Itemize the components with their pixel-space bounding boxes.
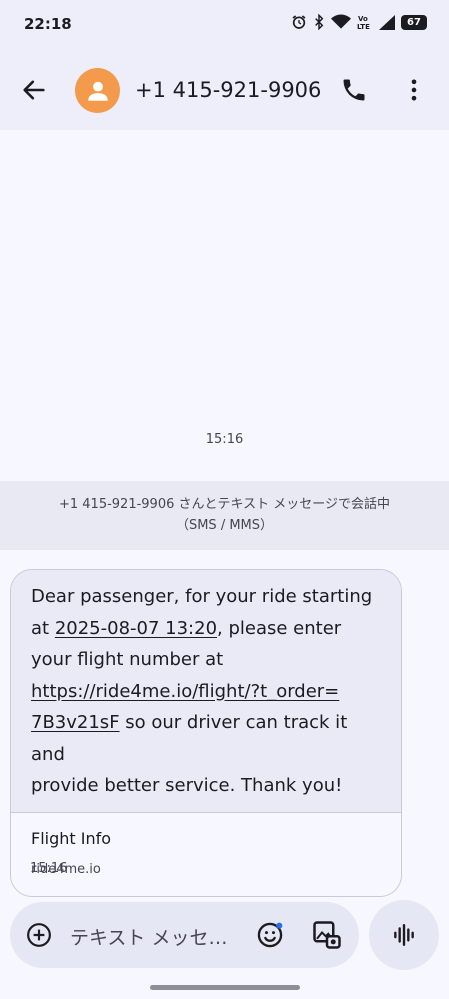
banner-line-2: （SMS / MMS）: [175, 518, 274, 533]
message-line: at 2025-08-07 13:20, please enter: [31, 613, 383, 645]
status-icons: Vo LTE 67: [291, 14, 427, 30]
battery-icon: 67: [401, 14, 427, 30]
link-preview-title: Flight Info: [31, 828, 112, 848]
voice-record-button[interactable]: [369, 900, 439, 970]
avatar[interactable]: [75, 68, 120, 113]
status-time: 22:18: [24, 15, 72, 33]
date-link[interactable]: 2025-08-07 13:20: [55, 618, 217, 639]
message-line: your flight number at: [31, 649, 224, 670]
status-bar: 22:18 Vo LTE 67: [0, 0, 449, 50]
message-text-fragment: , please enter: [217, 617, 342, 639]
signal-icon: [379, 14, 395, 30]
back-arrow-icon[interactable]: [20, 76, 48, 104]
message-time: 15:16: [30, 861, 68, 876]
message-text: Dear passenger, for your ride starting a…: [11, 570, 401, 812]
emoji-icon[interactable]: [256, 921, 284, 949]
url-link[interactable]: https://ride4me.io/flight/?t_order=: [31, 681, 339, 702]
wifi-icon: [331, 14, 351, 30]
app-bar: +1 415-921-9906: [0, 50, 449, 130]
compose-bar: テキスト メッセ…: [10, 902, 359, 968]
more-vert-icon[interactable]: [400, 76, 428, 104]
url-link-continued[interactable]: 7B3v21sF: [31, 712, 120, 733]
message-line: Dear passenger, for your ride starting: [31, 586, 373, 607]
link-preview-card[interactable]: Flight Info ride4me.io: [11, 811, 401, 896]
add-circle-icon[interactable]: [26, 922, 52, 948]
gallery-icon[interactable]: [312, 920, 342, 950]
person-icon: [87, 81, 108, 101]
alarm-icon: [291, 14, 307, 30]
message-input[interactable]: テキスト メッセ…: [70, 923, 227, 950]
volte-icon: Vo LTE: [357, 14, 373, 30]
contact-name[interactable]: +1 415-921-9906: [135, 78, 321, 102]
gesture-nav-handle[interactable]: [150, 985, 300, 990]
message-bubble[interactable]: Dear passenger, for your ride starting a…: [10, 569, 402, 897]
message-line: https://ride4me.io/flight/?t_order=: [31, 676, 383, 708]
message-line: provide better service. Thank you!: [31, 775, 343, 796]
conversation-info-banner: +1 415-921-9906 さんとテキスト メッセージで会話中 （SMS /…: [0, 481, 449, 550]
message-line: 7B3v21sF so our driver can track it and: [31, 707, 383, 770]
svg-text:Vo: Vo: [358, 15, 368, 23]
bluetooth-icon: [313, 14, 325, 30]
conversation-timestamp: 15:16: [205, 432, 244, 447]
voice-waveform-icon: [394, 924, 414, 946]
message-text-fragment: at: [31, 617, 55, 639]
link-preview-domain: ride4me.io: [31, 861, 101, 877]
phone-icon[interactable]: [340, 76, 368, 104]
svg-text:LTE: LTE: [357, 23, 370, 30]
banner-line-1: +1 415-921-9906 さんとテキスト メッセージで会話中: [58, 497, 390, 512]
